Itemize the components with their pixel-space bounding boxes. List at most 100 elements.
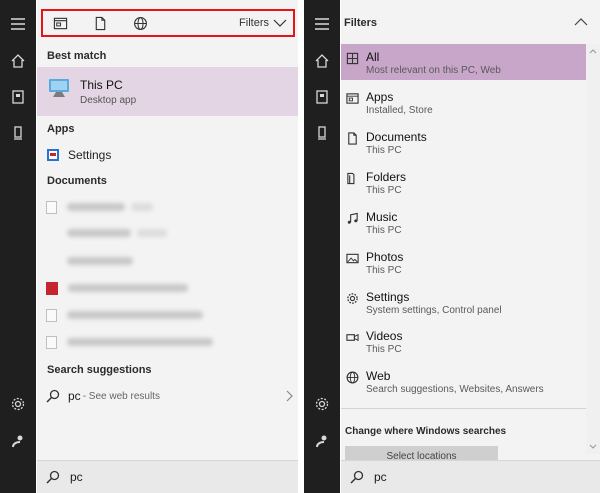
filter-apps[interactable]: Apps Installed, Store bbox=[341, 84, 586, 120]
filter-description: This PC bbox=[366, 265, 402, 276]
filter-description: Installed, Store bbox=[366, 105, 433, 116]
document-item[interactable] bbox=[46, 306, 296, 324]
filter-label: Settings bbox=[366, 290, 410, 304]
folder-icon bbox=[345, 171, 359, 185]
filter-description: System settings, Control panel bbox=[366, 305, 502, 316]
filter-label: Photos bbox=[366, 250, 404, 264]
filter-label: Videos bbox=[366, 329, 403, 343]
document-icon bbox=[46, 200, 57, 214]
best-match-item[interactable]: This PC Desktop app bbox=[37, 67, 298, 116]
redacted-name bbox=[67, 229, 131, 237]
home-icon[interactable] bbox=[313, 52, 331, 70]
filter-description: This PC bbox=[366, 185, 402, 196]
tower-device-icon[interactable] bbox=[9, 124, 27, 142]
chevron-down-icon bbox=[273, 19, 287, 27]
documents-filter-icon[interactable] bbox=[91, 14, 109, 32]
search-icon bbox=[350, 470, 364, 484]
filter-documents[interactable]: Documents This PC bbox=[341, 124, 586, 160]
document-item[interactable] bbox=[46, 279, 296, 297]
filter-all[interactable]: All Most relevant on this PC, Web bbox=[341, 44, 586, 80]
document-item[interactable] bbox=[46, 198, 296, 216]
filter-videos[interactable]: Videos This PC bbox=[341, 323, 586, 359]
notebook-icon[interactable] bbox=[313, 88, 331, 106]
app-settings-item[interactable]: Settings bbox=[46, 145, 296, 165]
suggestion-query: pc bbox=[68, 389, 81, 403]
video-icon bbox=[345, 330, 359, 344]
suggestion-hint: - See web results bbox=[82, 390, 160, 402]
filters-title: Filters bbox=[344, 17, 378, 29]
search-query-text: pc bbox=[374, 470, 387, 484]
scroll-up-arrow-icon[interactable] bbox=[589, 48, 597, 54]
document-icon bbox=[46, 335, 57, 349]
search-icon bbox=[46, 389, 60, 403]
search-panel-right: Filters All Most relevant on this PC, We… bbox=[304, 0, 600, 493]
home-icon[interactable] bbox=[9, 52, 27, 70]
filter-description: Search suggestions, Websites, Answers bbox=[366, 384, 544, 395]
redacted-path bbox=[131, 203, 153, 211]
filter-folders[interactable]: Folders This PC bbox=[341, 164, 586, 200]
best-match-subtitle: Desktop app bbox=[80, 95, 137, 106]
settings-gear-icon[interactable] bbox=[313, 395, 331, 413]
divider bbox=[341, 408, 586, 409]
hamburger-menu-icon[interactable] bbox=[313, 15, 331, 33]
filter-bar: Filters bbox=[41, 9, 295, 37]
gear-icon bbox=[345, 291, 359, 305]
user-feedback-icon[interactable] bbox=[9, 432, 27, 450]
redacted-name bbox=[67, 257, 133, 265]
redacted-path bbox=[137, 229, 167, 237]
filter-description: This PC bbox=[366, 225, 402, 236]
filter-label: Music bbox=[366, 210, 398, 224]
redacted-name bbox=[67, 311, 203, 319]
tower-device-icon[interactable] bbox=[313, 124, 331, 142]
chevron-up-icon[interactable] bbox=[574, 17, 588, 27]
search-icon bbox=[46, 470, 60, 484]
documents-heading: Documents bbox=[47, 175, 107, 187]
document-item[interactable] bbox=[46, 224, 296, 242]
search-box[interactable]: pc bbox=[37, 460, 298, 493]
filters-dropdown[interactable]: Filters bbox=[239, 17, 287, 29]
search-query-text: pc bbox=[70, 470, 83, 484]
filter-description: Most relevant on this PC, Web bbox=[366, 65, 501, 76]
select-locations-button[interactable]: Select locations bbox=[345, 446, 498, 460]
filter-settings[interactable]: Settings System settings, Control panel bbox=[341, 284, 586, 320]
scroll-down-arrow-icon[interactable] bbox=[589, 444, 597, 450]
filter-photos[interactable]: Photos This PC bbox=[341, 244, 586, 280]
filters-label: Filters bbox=[239, 17, 269, 29]
redacted-name bbox=[67, 203, 125, 211]
web-filter-globe-icon[interactable] bbox=[131, 14, 149, 32]
document-icon bbox=[345, 131, 359, 145]
web-suggestion-item[interactable]: pc - See web results bbox=[46, 386, 294, 406]
redacted-name bbox=[67, 338, 213, 346]
filter-web[interactable]: Web Search suggestions, Websites, Answer… bbox=[341, 363, 586, 399]
user-feedback-icon[interactable] bbox=[313, 432, 331, 450]
filter-label: Documents bbox=[366, 130, 427, 144]
best-match-title: This PC bbox=[80, 78, 123, 92]
filter-label: Apps bbox=[366, 90, 394, 104]
hamburger-menu-icon[interactable] bbox=[9, 15, 27, 33]
start-rail bbox=[0, 0, 36, 493]
chevron-right-icon bbox=[286, 390, 293, 402]
app-settings-label: Settings bbox=[68, 148, 112, 162]
apps-filter-icon[interactable] bbox=[51, 14, 69, 32]
filters-scrollbar[interactable] bbox=[586, 44, 600, 454]
document-item[interactable] bbox=[46, 333, 296, 351]
redacted-name bbox=[68, 284, 188, 292]
document-icon bbox=[46, 308, 57, 322]
filter-music[interactable]: Music This PC bbox=[341, 204, 586, 240]
document-item[interactable] bbox=[46, 252, 296, 270]
grid-icon bbox=[345, 51, 359, 65]
notebook-icon[interactable] bbox=[9, 88, 27, 106]
app-window-icon bbox=[345, 91, 359, 105]
change-where-heading: Change where Windows searches bbox=[345, 426, 507, 437]
search-suggestions-heading: Search suggestions bbox=[47, 364, 152, 376]
filter-description: This PC bbox=[366, 344, 402, 355]
search-box[interactable]: pc bbox=[341, 460, 600, 493]
globe-icon bbox=[345, 370, 359, 384]
filter-label: Folders bbox=[366, 170, 407, 184]
settings-app-icon bbox=[46, 148, 60, 162]
this-pc-monitor-icon bbox=[49, 79, 69, 97]
start-rail bbox=[304, 0, 340, 493]
filter-description: This PC bbox=[366, 145, 402, 156]
filter-label: Web bbox=[366, 369, 391, 383]
settings-gear-icon[interactable] bbox=[9, 395, 27, 413]
